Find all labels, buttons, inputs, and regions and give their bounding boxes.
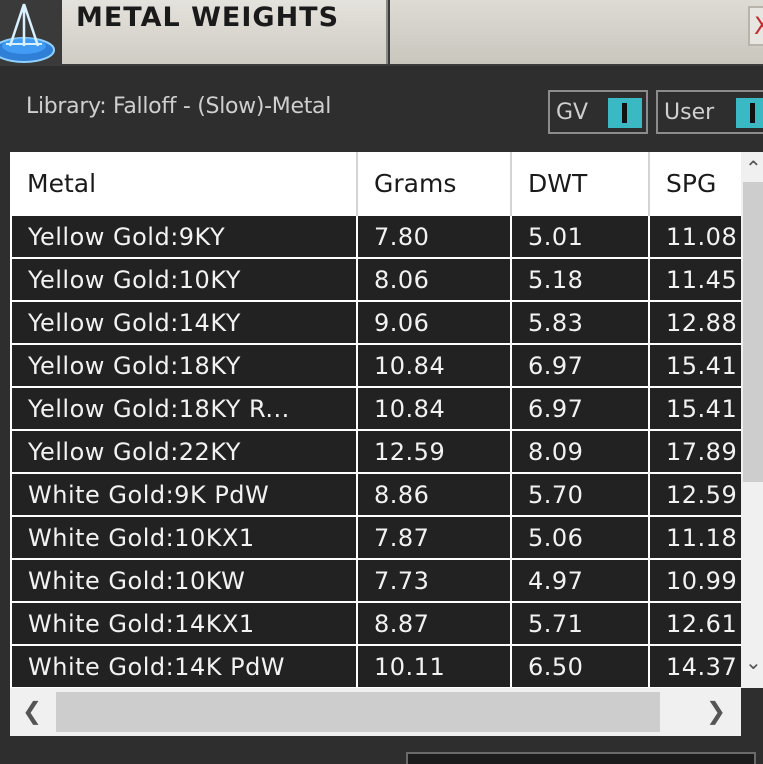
- cell-dwt: 5.83: [510, 300, 650, 345]
- table-row[interactable]: Yellow Gold:10KY 8.06 5.18 11.45: [10, 257, 763, 302]
- table-row[interactable]: Yellow Gold:14KY 9.06 5.83 12.88: [10, 300, 763, 345]
- cell-grams: 12.59: [356, 429, 512, 474]
- table-row[interactable]: White Gold:9K PdW 8.86 5.70 12.59: [10, 472, 763, 517]
- user-toggle-label: User: [664, 100, 715, 125]
- cell-grams: 8.06: [356, 257, 512, 302]
- column-header-grams[interactable]: Grams: [357, 152, 512, 215]
- cell-grams: 8.87: [356, 601, 512, 646]
- cell-dwt: 5.18: [510, 257, 650, 302]
- cell-grams: 7.73: [356, 558, 512, 603]
- cell-metal: Yellow Gold:18KY R...: [10, 386, 358, 431]
- table-row[interactable]: Yellow Gold:9KY 7.80 5.01 11.08: [10, 214, 763, 259]
- title-tab: METAL WEIGHTS: [62, 0, 388, 64]
- cell-metal: Yellow Gold:9KY: [10, 214, 358, 259]
- scale-icon: [0, 0, 60, 66]
- table-row[interactable]: Yellow Gold:22KY 12.59 8.09 17.89: [10, 429, 763, 474]
- user-toggle-knob[interactable]: [736, 98, 763, 128]
- close-button[interactable]: X: [748, 6, 763, 46]
- cell-dwt: 5.70: [510, 472, 650, 517]
- gv-toggle-label: GV: [556, 100, 589, 125]
- chevron-up-icon[interactable]: ⌃: [745, 158, 762, 178]
- gv-toggle[interactable]: GV: [548, 90, 648, 134]
- table-header-row: Metal Grams DWT SPG: [11, 152, 763, 215]
- cell-metal: Yellow Gold:10KY: [10, 257, 358, 302]
- cell-dwt: 6.50: [510, 644, 650, 688]
- chevron-left-icon[interactable]: ❮: [22, 698, 42, 724]
- cell-grams: 7.80: [356, 214, 512, 259]
- library-label: Library: Falloff - (Slow)-Metal: [26, 94, 332, 119]
- vertical-scroll-thumb[interactable]: [743, 182, 763, 482]
- vertical-scrollbar[interactable]: ⌃ ⌄: [741, 152, 763, 688]
- table-row[interactable]: White Gold:14KX1 8.87 5.71 12.61: [10, 601, 763, 646]
- cell-dwt: 5.01: [510, 214, 650, 259]
- cell-dwt: 5.71: [510, 601, 650, 646]
- table-row[interactable]: White Gold:14K PdW 10.11 6.50 14.37: [10, 644, 763, 688]
- cell-dwt: 6.97: [510, 386, 650, 431]
- cell-dwt: 4.97: [510, 558, 650, 603]
- cell-grams: 10.84: [356, 343, 512, 388]
- cell-dwt: 8.09: [510, 429, 650, 474]
- horizontal-scroll-thumb[interactable]: [56, 692, 660, 732]
- chevron-right-icon[interactable]: ❯: [706, 698, 726, 724]
- table-row[interactable]: White Gold:10KW 7.73 4.97 10.99: [10, 558, 763, 603]
- cell-grams: 10.84: [356, 386, 512, 431]
- cell-metal: Yellow Gold:18KY: [10, 343, 358, 388]
- cell-metal: White Gold:9K PdW: [10, 472, 358, 517]
- cell-metal: White Gold:10KX1: [10, 515, 358, 560]
- cell-metal: White Gold:14K PdW: [10, 644, 358, 688]
- cell-grams: 9.06: [356, 300, 512, 345]
- window-title: METAL WEIGHTS: [76, 2, 340, 33]
- bottom-panel: [406, 752, 756, 764]
- title-bar-fill: [390, 0, 763, 64]
- cell-metal: White Gold:10KW: [10, 558, 358, 603]
- column-header-dwt[interactable]: DWT: [511, 152, 650, 215]
- table-row[interactable]: White Gold:10KX1 7.87 5.06 11.18: [10, 515, 763, 560]
- gv-toggle-knob[interactable]: [608, 98, 642, 128]
- cell-grams: 7.87: [356, 515, 512, 560]
- table-row[interactable]: Yellow Gold:18KY R... 10.84 6.97 15.41: [10, 386, 763, 431]
- cell-metal: Yellow Gold:14KY: [10, 300, 358, 345]
- title-bar: METAL WEIGHTS X: [0, 0, 763, 66]
- cell-grams: 10.11: [356, 644, 512, 688]
- table-row[interactable]: Yellow Gold:18KY 10.84 6.97 15.41: [10, 343, 763, 388]
- horizontal-scrollbar[interactable]: ❮ ❯: [10, 688, 741, 736]
- chevron-down-icon[interactable]: ⌄: [745, 652, 762, 672]
- cell-dwt: 6.97: [510, 343, 650, 388]
- cell-metal: White Gold:14KX1: [10, 601, 358, 646]
- user-toggle[interactable]: User: [656, 90, 763, 134]
- cell-dwt: 5.06: [510, 515, 650, 560]
- column-header-metal[interactable]: Metal: [11, 152, 358, 215]
- cell-grams: 8.86: [356, 472, 512, 517]
- cell-metal: Yellow Gold:22KY: [10, 429, 358, 474]
- metal-table: Metal Grams DWT SPG Yellow Gold:9KY 7.80 5…: [10, 152, 763, 688]
